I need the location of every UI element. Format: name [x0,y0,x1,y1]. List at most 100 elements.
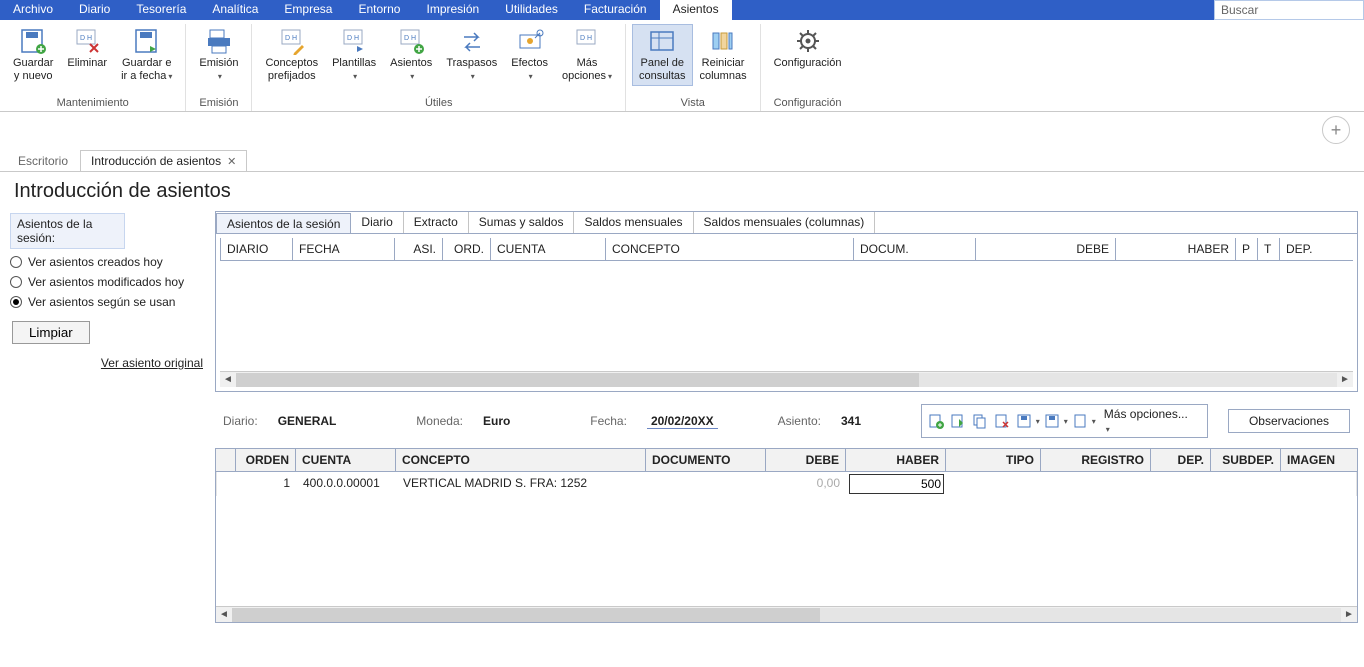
menu-entorno[interactable]: Entorno [345,0,413,20]
cell-tipo[interactable] [947,472,1042,496]
cell-debe[interactable]: 0,00 [767,472,847,496]
col-ord[interactable]: ORD. [443,238,491,260]
radio-segun-se-usan[interactable]: Ver asientos según se usan [10,295,205,309]
cell-concepto[interactable]: VERTICAL MADRID S. FRA: 1252 [397,472,647,496]
col-docum[interactable]: DOCUM. [854,238,976,260]
menu-impresion[interactable]: Impresión [413,0,492,20]
menu-facturacion[interactable]: Facturación [571,0,660,20]
observaciones-button[interactable]: Observaciones [1228,409,1350,433]
col-cuenta-b[interactable]: CUENTA [296,449,396,471]
scroll-right-icon[interactable]: ► [1337,374,1353,385]
col-dep[interactable]: DEP. [1280,238,1316,260]
top-grid-header: DIARIO FECHA ASI. ORD. CUENTA CONCEPTO D… [220,238,1353,261]
cell-imagen[interactable] [1282,472,1342,496]
col-concepto-b[interactable]: CONCEPTO [396,449,646,471]
top-grid-hscroll[interactable]: ◄ ► [220,371,1353,387]
chevron-down-icon[interactable]: ▾ [1092,417,1096,426]
inner-tab-saldos-mensuales[interactable]: Saldos mensuales [574,212,693,233]
tb-mas-opciones[interactable]: Más opciones... ▾ [1098,407,1203,435]
ribbon-guardar-y-nuevo[interactable]: Guardar y nuevo [6,24,60,86]
radio-creados-hoy[interactable]: Ver asientos creados hoy [10,255,205,269]
cell-subdep[interactable] [1212,472,1282,496]
doc-tab-introduccion[interactable]: Introducción de asientos ✕ [80,150,247,171]
scroll-right-icon[interactable]: ► [1341,609,1357,620]
col-concepto[interactable]: CONCEPTO [606,238,854,260]
inner-tab-saldos-mensuales-col[interactable]: Saldos mensuales (columnas) [694,212,876,233]
ribbon-efectos[interactable]: Efectos ▾ [504,24,555,86]
tb-new-line[interactable] [926,411,946,431]
entry-lines-grid: ORDEN CUENTA CONCEPTO DOCUMENTO DEBE HAB… [215,448,1358,623]
col-orden[interactable]: ORDEN [236,449,296,471]
col-imagen-b[interactable]: IMAGEN [1281,449,1341,471]
ribbon-group-mantenimiento: Guardar y nuevo D H Eliminar Guardar e i… [0,24,186,111]
tb-delete-line[interactable] [992,411,1012,431]
limpiar-button[interactable]: Limpiar [12,321,90,344]
col-diario[interactable]: DIARIO [221,238,293,260]
ribbon-mas-opciones[interactable]: D H Más opciones▾ [555,24,619,86]
ribbon-panel-consultas[interactable]: Panel de consultas [632,24,692,86]
close-icon[interactable]: ✕ [227,155,236,168]
col-asi[interactable]: ASI. [395,238,443,260]
col-dep-b[interactable]: DEP. [1151,449,1211,471]
tb-doc[interactable] [1070,411,1090,431]
inner-tab-sumas-saldos[interactable]: Sumas y saldos [469,212,575,233]
cell-orden[interactable]: 1 [237,472,297,496]
bottom-grid-hscroll[interactable]: ◄ ► [216,606,1357,622]
scroll-left-icon[interactable]: ◄ [216,609,232,620]
table-row[interactable]: 1 400.0.0.00001 VERTICAL MADRID S. FRA: … [216,472,1357,496]
col-p[interactable]: P [1236,238,1258,260]
ribbon-guardar-ir-fecha[interactable]: Guardar e ir a fecha▾ [114,24,179,86]
radio-modificados-hoy[interactable]: Ver asientos modificados hoy [10,275,205,289]
ver-asiento-original-link[interactable]: Ver asiento original [10,356,205,370]
col-tipo-b[interactable]: TIPO [946,449,1041,471]
menu-archivo[interactable]: Archivo [0,0,66,20]
fecha-value[interactable]: 20/02/20XX [647,414,718,429]
inner-tab-extracto[interactable]: Extracto [404,212,469,233]
ribbon-reiniciar-columnas[interactable]: Reiniciar columnas [693,24,754,86]
cell-haber-input[interactable] [849,474,944,494]
menu-tesoreria[interactable]: Tesorería [123,0,199,20]
ribbon-eliminar[interactable]: D H Eliminar [60,24,114,86]
col-debe-b[interactable]: DEBE [766,449,846,471]
transfer-icon [458,27,486,55]
inner-tab-asientos-sesion[interactable]: Asientos de la sesión [216,213,351,234]
ribbon-configuracion[interactable]: Configuración [767,24,849,86]
col-t[interactable]: T [1258,238,1280,260]
cell-cuenta[interactable]: 400.0.0.00001 [297,472,397,496]
col-debe[interactable]: DEBE [976,238,1116,260]
search-input[interactable]: Buscar [1214,0,1364,20]
menu-utilidades[interactable]: Utilidades [492,0,571,20]
menu-empresa[interactable]: Empresa [271,0,345,20]
add-button[interactable]: + [1322,116,1350,144]
col-cuenta[interactable]: CUENTA [491,238,606,260]
cell-registro[interactable] [1042,472,1152,496]
chevron-down-icon[interactable]: ▾ [1036,417,1040,426]
cell-documento[interactable] [647,472,767,496]
tb-save-2[interactable] [1042,411,1062,431]
menu-analitica[interactable]: Analítica [199,0,271,20]
ribbon-plantillas[interactable]: D H Plantillas ▾ [325,24,383,86]
tb-copy-line[interactable] [970,411,990,431]
tb-save[interactable] [1014,411,1034,431]
col-documento-b[interactable]: DOCUMENTO [646,449,766,471]
doc-tab-escritorio[interactable]: Escritorio [8,151,78,171]
ribbon-conceptos-prefijados[interactable]: D H Conceptos prefijados [258,24,325,86]
chevron-down-icon[interactable]: ▾ [1064,417,1068,426]
bottom-grid-body[interactable] [216,496,1357,606]
col-registro-b[interactable]: REGISTRO [1041,449,1151,471]
col-fecha[interactable]: FECHA [293,238,395,260]
inner-tab-diario[interactable]: Diario [351,212,403,233]
col-haber[interactable]: HABER [1116,238,1236,260]
top-grid-body[interactable] [220,261,1353,371]
ribbon-asientos[interactable]: D H Asientos ▾ [383,24,439,86]
col-haber-b[interactable]: HABER [846,449,946,471]
tb-insert-line[interactable] [948,411,968,431]
menu-diario[interactable]: Diario [66,0,123,20]
scroll-left-icon[interactable]: ◄ [220,374,236,385]
chevron-down-icon: ▾ [168,72,172,81]
ribbon-traspasos[interactable]: Traspasos ▾ [439,24,504,86]
menu-asientos[interactable]: Asientos [660,0,732,20]
col-subdep-b[interactable]: SUBDEP. [1211,449,1281,471]
cell-dep[interactable] [1152,472,1212,496]
ribbon-emision[interactable]: Emisión ▾ [192,24,245,86]
